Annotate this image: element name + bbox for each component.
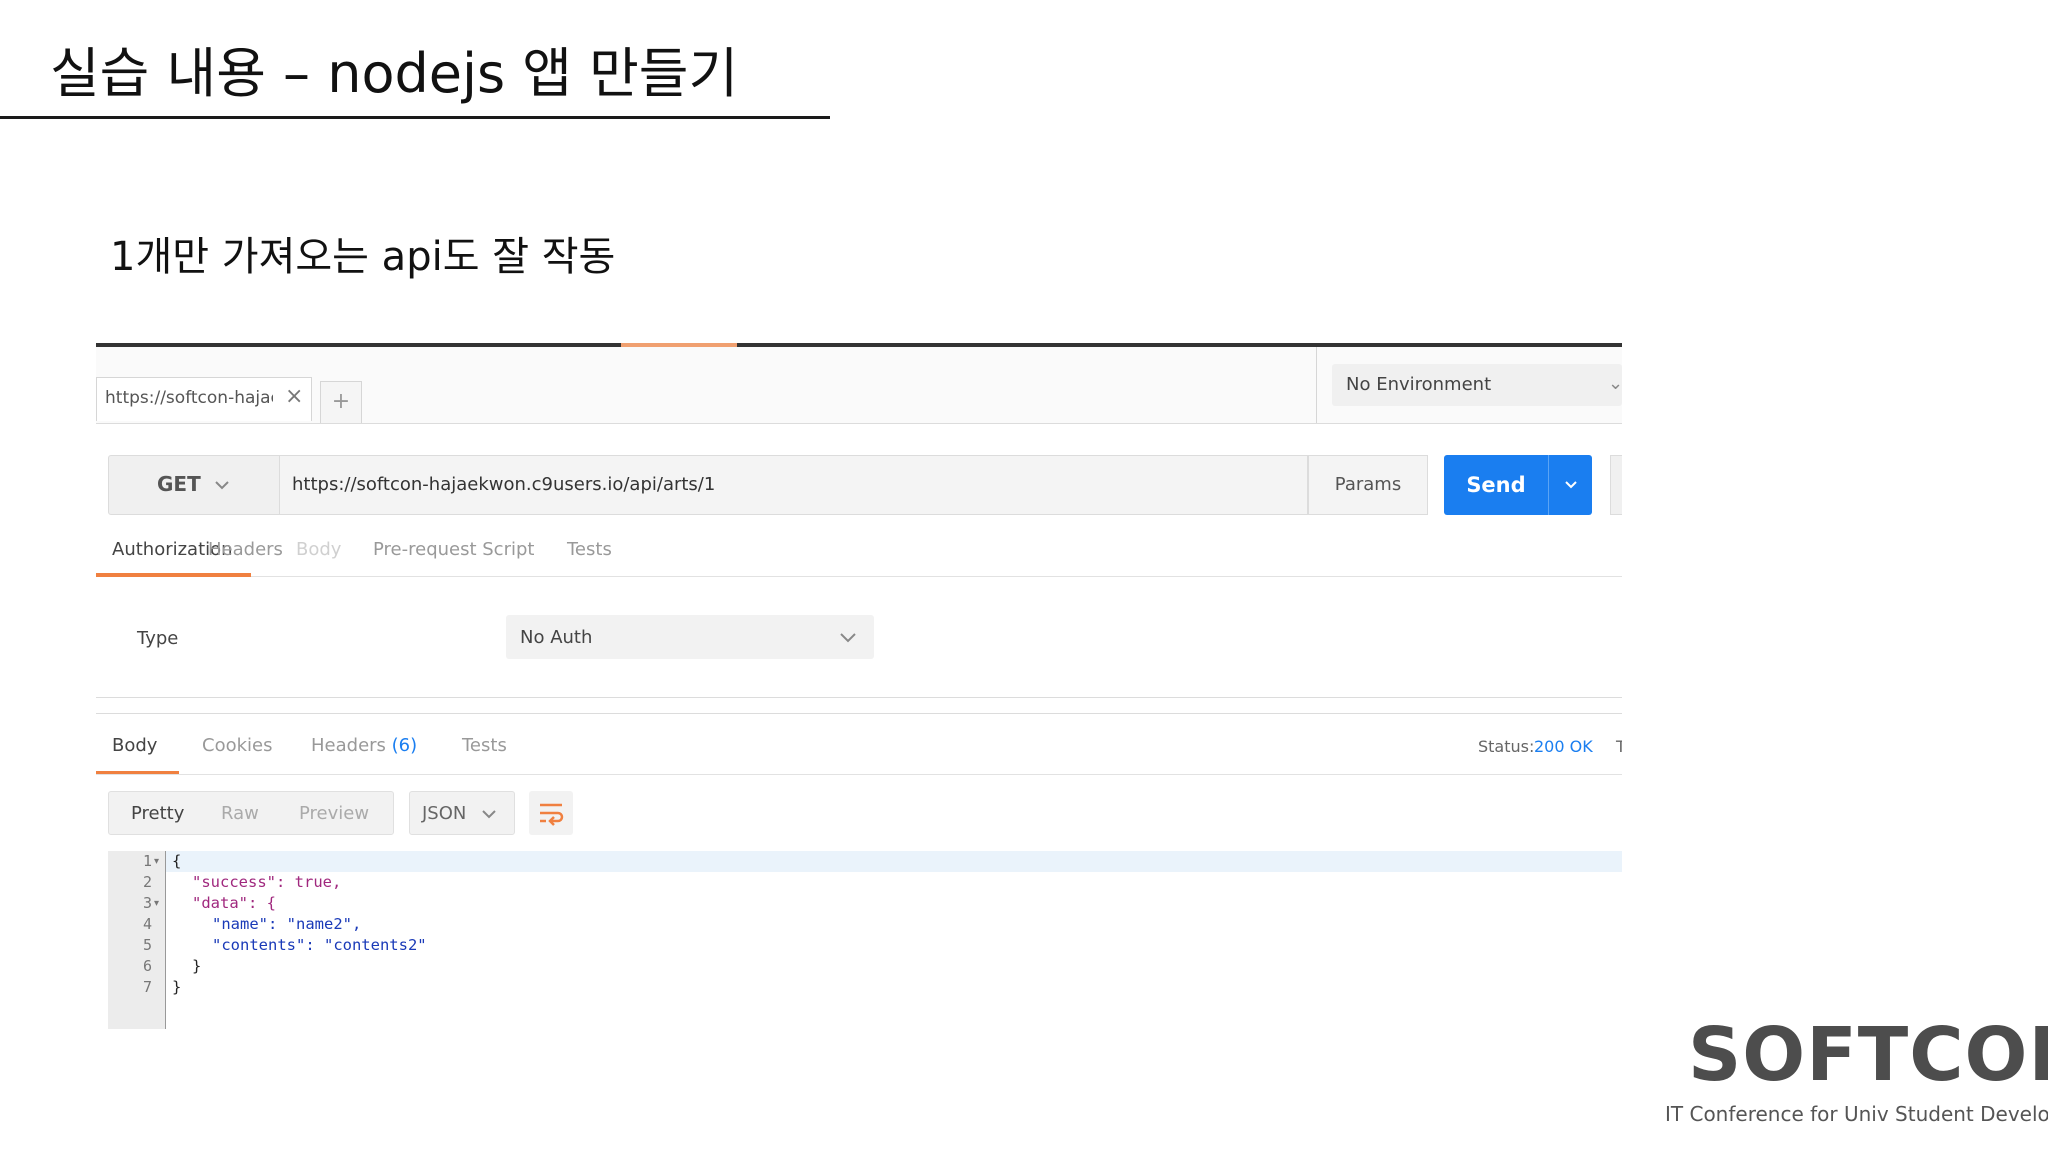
code-line: }	[172, 978, 182, 996]
response-tab-headers[interactable]: Headers (6)	[311, 735, 417, 756]
send-button[interactable]: Send	[1444, 455, 1548, 515]
code-line: {	[172, 852, 182, 870]
chevron-down-icon	[840, 633, 856, 643]
request-tab[interactable]: https://softcon-hajaek ×	[96, 377, 312, 421]
auth-type-label: Type	[137, 628, 179, 649]
response-tabs-divider	[96, 774, 1622, 775]
section-divider	[96, 697, 1622, 698]
code-line: "name": "name2",	[212, 915, 362, 933]
environment-select-value: No Environment	[1346, 374, 1492, 395]
time-label: T	[1616, 737, 1622, 756]
slide-subtitle: 1개만 가져오는 api도 잘 작동	[110, 234, 616, 280]
active-tab-indicator	[96, 573, 251, 577]
tab-headers[interactable]: Headers	[208, 539, 283, 560]
response-body-editor[interactable]: 1 2 3 4 5 6 7 ▾ ▾ { "success": true, "da…	[108, 851, 1622, 1029]
line-number: 2	[142, 873, 152, 891]
tab-tests[interactable]: Tests	[567, 539, 612, 560]
auth-type-select[interactable]: No Auth	[506, 615, 874, 659]
fold-toggle-icon[interactable]: ▾	[154, 893, 159, 914]
line-number: 6	[142, 957, 152, 975]
chevron-down-icon	[215, 481, 229, 490]
view-mode-raw[interactable]: Raw	[221, 803, 259, 824]
brand-logo: SOFTCON	[1688, 1012, 2048, 1098]
chevron-down-icon	[482, 810, 496, 819]
status-value: 200 OK	[1534, 737, 1593, 756]
line-number: 1	[142, 852, 152, 870]
code-line: "data": {	[192, 894, 276, 912]
code-line: "success": true,	[192, 873, 342, 891]
status-label: Status:	[1478, 737, 1535, 756]
tab-body[interactable]: Body	[296, 539, 341, 560]
brand-tagline: IT Conference for Univ Student Developer	[1665, 1102, 2048, 1126]
chevron-down-icon	[1564, 481, 1577, 489]
send-options-button[interactable]	[1548, 455, 1592, 515]
line-number: 4	[142, 915, 152, 933]
wrap-lines-button[interactable]	[529, 791, 573, 835]
response-tab-headers-label: Headers	[311, 735, 386, 756]
auth-type-value: No Auth	[520, 627, 593, 648]
response-headers-count: (6)	[391, 735, 418, 756]
response-section-divider	[96, 713, 1622, 714]
wrap-lines-icon	[540, 803, 564, 826]
format-select[interactable]: JSON	[409, 791, 515, 835]
response-tab-cookies[interactable]: Cookies	[202, 735, 272, 756]
line-number: 7	[142, 978, 152, 996]
environment-select[interactable]: No Environment ⌄	[1332, 364, 1622, 406]
chevron-down-icon: ⌄	[1608, 373, 1622, 394]
save-button[interactable]	[1610, 455, 1622, 515]
fold-toggle-icon[interactable]: ▾	[154, 851, 159, 872]
new-tab-button[interactable]: +	[320, 381, 362, 423]
line-number: 5	[142, 936, 152, 954]
request-tab-label: https://softcon-hajaek	[105, 388, 273, 408]
url-input[interactable]: https://softcon-hajaekwon.c9users.io/api…	[280, 455, 1308, 515]
code-line: "contents": "contents2"	[212, 936, 427, 954]
environment-divider	[1316, 347, 1317, 423]
slide-title: 실습 내용 – nodejs 앱 만들기	[50, 42, 739, 105]
method-select[interactable]: GET	[108, 455, 280, 515]
format-select-value: JSON	[422, 803, 467, 824]
view-mode-toggle: Pretty Raw Preview	[108, 791, 394, 835]
code-line: }	[192, 957, 202, 975]
title-underline	[0, 116, 830, 119]
line-number: 3	[142, 894, 152, 912]
view-mode-preview[interactable]: Preview	[299, 803, 369, 824]
close-icon[interactable]: ×	[285, 384, 303, 409]
params-button[interactable]: Params	[1308, 455, 1428, 515]
response-tab-body[interactable]: Body	[112, 735, 157, 756]
request-tabs-divider	[96, 576, 1622, 577]
tab-pre-request-script[interactable]: Pre-request Script	[373, 539, 534, 560]
view-mode-pretty[interactable]: Pretty	[131, 803, 184, 824]
postman-window: https://softcon-hajaek × + No Environmen…	[96, 343, 1622, 1155]
method-select-value: GET	[157, 472, 201, 496]
active-line-highlight	[166, 851, 1622, 872]
response-tab-tests[interactable]: Tests	[462, 735, 507, 756]
